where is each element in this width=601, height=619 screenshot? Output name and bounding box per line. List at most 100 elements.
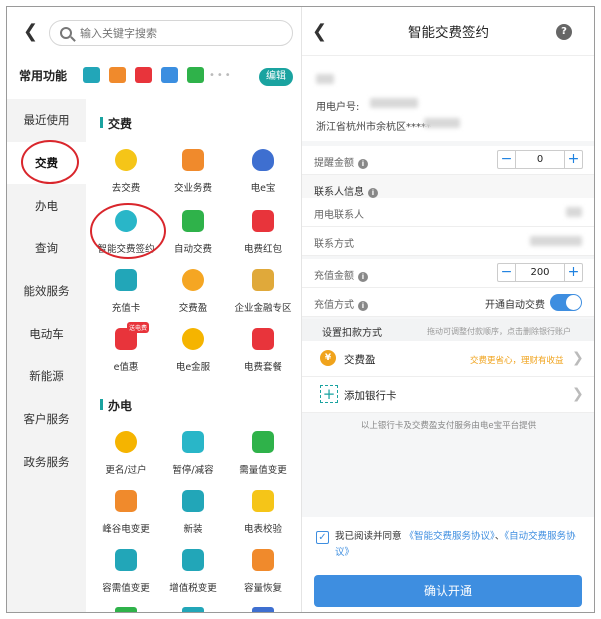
tile-peak-valley[interactable]: 峰谷电变更 (91, 490, 161, 548)
partial-icon (115, 607, 137, 612)
monitor-icon[interactable] (161, 67, 178, 83)
plus-icon: + (320, 385, 338, 403)
phone-row[interactable]: 联系方式 (302, 227, 594, 256)
tile-jiaofeiying[interactable]: 交费盈 (158, 269, 228, 327)
page-title: 智能交费签约 (408, 25, 489, 41)
tile-rename-transfer[interactable]: 更名/过户 (91, 431, 161, 489)
masked-phone (530, 236, 582, 246)
plus-icon[interactable]: + (565, 151, 582, 168)
tile-meter-check[interactable]: 电表校验 (228, 490, 298, 548)
sidebar-item-new-energy[interactable]: 新能源 (7, 355, 86, 398)
help-icon[interactable]: ? (556, 24, 572, 40)
search-box[interactable] (49, 20, 293, 46)
sidebar-item-efficiency[interactable]: 能效服务 (7, 270, 86, 313)
tile-label: 暂停/减容 (172, 465, 214, 476)
masked-account-number (370, 98, 418, 108)
left-top-bar: ❮ (7, 7, 301, 55)
back-icon[interactable]: ❮ (23, 21, 38, 42)
search-input[interactable] (80, 26, 270, 40)
tile-auto-pay[interactable]: 自动交费 (158, 210, 228, 268)
cart-icon[interactable] (135, 67, 152, 83)
more-dots-icon[interactable]: ••• (209, 70, 233, 81)
sidebar-item-ev[interactable]: 电动车 (7, 312, 86, 355)
tile-label: 容需值变更 (102, 583, 150, 594)
tile-label: 容量恢复 (243, 583, 282, 594)
sidebar-item-power[interactable]: 办电 (7, 184, 86, 227)
tile-label: 自动交费 (173, 244, 212, 255)
info-icon[interactable]: i (368, 188, 378, 198)
minus-icon[interactable]: − (498, 151, 515, 168)
sidebar-item-customer[interactable]: 客户服务 (7, 398, 86, 441)
recharge-amount-value[interactable]: 200 (515, 264, 565, 281)
services-panel: ❮ 常用功能 ••• 编辑 最近使用 交费 办电 查询 能效服务 电动车 新能源… (7, 7, 301, 612)
info-icon[interactable]: i (358, 159, 368, 169)
smart-pay-agreement-link[interactable]: 《智能交费服务协议》 (405, 531, 495, 542)
remind-amount-value[interactable]: 0 (515, 151, 565, 168)
address-text: 浙江省杭州市余杭区***** (316, 122, 431, 133)
tile-e-bao[interactable]: 电e宝 (228, 149, 298, 207)
tile-label: e值惠 (113, 362, 139, 373)
sidebar-item-query[interactable]: 查询 (7, 227, 86, 270)
tile-pause-reduce[interactable]: 暂停/减容 (158, 431, 228, 489)
smart-pay-sign-panel: ❮ 智能交费签约 ? 用电户号: 浙江省杭州市余杭区***** 提醒金额 i − … (302, 7, 594, 612)
add-bank-card-row[interactable]: + 添加银行卡 ❯ (302, 377, 594, 413)
contact-info-label: 联系人信息 i (314, 183, 378, 198)
info-icon[interactable]: i (358, 301, 368, 311)
tile-label: 智能交费签约 (97, 244, 155, 255)
jiaofeiying-promo: 交费更省心，理财有收益 (470, 356, 564, 366)
tile-price-plan[interactable]: 电费套餐 (228, 328, 298, 386)
tile-new-install[interactable]: 新装 (158, 490, 228, 548)
pay-method-label: 设置扣款方式 (322, 328, 382, 339)
agreement-checkbox[interactable]: ✓ (316, 531, 329, 544)
pay-business-icon[interactable] (109, 67, 126, 83)
tile-label: 充值卡 (111, 303, 141, 314)
tile-e-zhihui[interactable]: 送电费 e值惠 (91, 322, 161, 386)
card-icon (115, 269, 137, 291)
info-icon[interactable]: i (358, 272, 368, 282)
tile-label: 峰谷电变更 (102, 524, 150, 535)
sidebar-item-recent[interactable]: 最近使用 (7, 99, 86, 142)
ticket-icon[interactable] (187, 67, 204, 83)
tile-vat-change[interactable]: 增值税变更 (158, 549, 228, 607)
tile-demand-change[interactable]: 需量值变更 (228, 431, 298, 489)
add-bank-card-label: 添加银行卡 (344, 390, 397, 402)
alarm-clock-icon (115, 210, 137, 232)
tile-recharge-card[interactable]: 充值卡 (91, 269, 161, 327)
jiaofeiying-row[interactable]: ¥ 交费盈 交费更省心，理财有收益 ❯ (302, 341, 594, 377)
tile-red-envelope[interactable]: 电费红包 (228, 210, 298, 268)
contact-person-row[interactable]: 用电联系人 (302, 198, 594, 227)
restore-icon (252, 549, 274, 571)
tile-enterprise-finance[interactable]: 企业金融专区 (228, 269, 298, 327)
services-content: 交费 去交费 交业务费 电e宝 智能交费签约 自动交费 电费红包 充值卡 交费盈… (86, 99, 301, 612)
category-sidebar: 最近使用 交费 办电 查询 能效服务 电动车 新能源 客户服务 政务服务 (7, 99, 86, 612)
tile-capacity-restore[interactable]: 容量恢复 (228, 549, 298, 607)
confirm-button[interactable]: 确认开通 (314, 575, 582, 607)
chevron-right-icon: ❯ (572, 350, 584, 366)
tile-go-pay[interactable]: 去交费 (91, 149, 161, 207)
tile-smart-pay-sign[interactable]: 智能交费签约 (91, 210, 161, 268)
pause-icon (182, 431, 204, 453)
tile-capacity-demand[interactable]: 容需值变更 (91, 549, 161, 607)
money-bag-icon (252, 149, 274, 171)
e-coin-icon (182, 328, 204, 350)
stamp-icon (182, 210, 204, 232)
sidebar-item-government[interactable]: 政务服务 (7, 441, 86, 484)
partial-icon (252, 607, 274, 612)
tile-label: 需量值变更 (239, 465, 287, 476)
piggy-bank-icon (182, 269, 204, 291)
section-title-fee: 交费 (100, 115, 132, 132)
chevron-right-icon: ❯ (572, 386, 584, 402)
tile-business-fee[interactable]: 交业务费 (158, 149, 228, 207)
account-number-label: 用电户号: (316, 102, 360, 113)
recharge-card-icon[interactable] (83, 67, 100, 83)
sidebar-item-fee[interactable]: 交费 (7, 141, 86, 185)
minus-icon[interactable]: − (498, 264, 515, 281)
tile-e-jinfu[interactable]: 电e金服 (158, 328, 228, 386)
discount-icon (252, 328, 274, 350)
provider-note: 以上银行卡及交费盈支付服务由电e宝平台提供 (360, 421, 537, 431)
remind-amount-stepper[interactable]: − 0 + (497, 150, 583, 169)
edit-button[interactable]: 编辑 (259, 68, 293, 86)
auto-pay-toggle[interactable] (550, 294, 582, 311)
recharge-amount-stepper[interactable]: − 200 + (497, 263, 583, 282)
plus-icon[interactable]: + (565, 264, 582, 281)
